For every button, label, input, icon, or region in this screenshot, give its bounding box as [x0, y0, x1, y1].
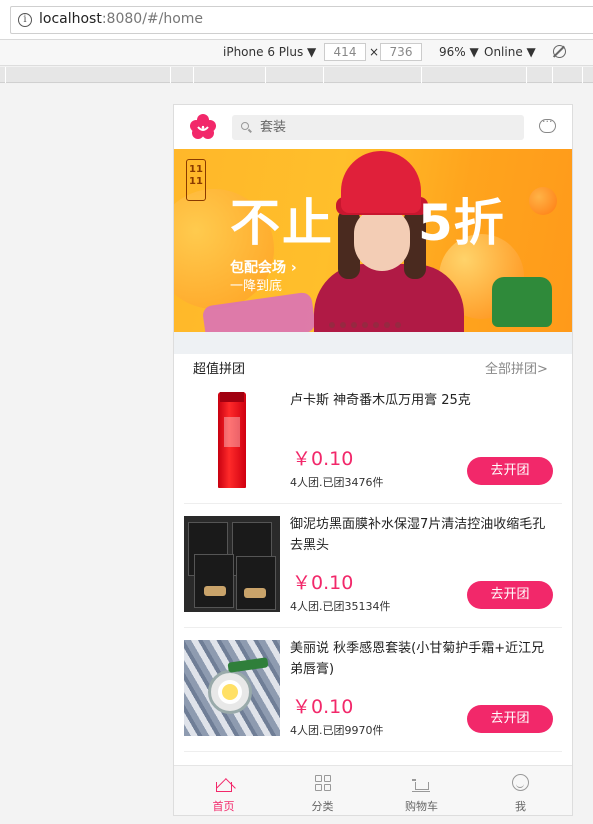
section-title: 超值拼团 — [193, 362, 246, 377]
carousel-dots[interactable] — [329, 313, 406, 332]
handbag-image — [492, 277, 552, 327]
tab-me[interactable]: 我 — [471, 766, 570, 815]
banner-subtitle-2: 一降到底 — [230, 279, 283, 294]
rotate-icon[interactable] — [553, 45, 566, 58]
model-image — [354, 209, 410, 271]
tab-cart[interactable]: 购物车 — [372, 766, 471, 815]
search-bar[interactable] — [232, 115, 524, 140]
tab-label: 我 — [515, 800, 526, 813]
carousel-dot[interactable] — [329, 322, 335, 328]
banner-headline-left: 不止 — [230, 194, 334, 252]
brand-logo-icon[interactable] — [190, 114, 216, 140]
carousel-dot[interactable] — [395, 322, 401, 328]
start-group-button[interactable]: 去开团 — [467, 705, 553, 733]
chevron-down-icon: ▼ — [469, 45, 479, 59]
product-name[interactable]: 美丽说 秋季感恩套装(小甘菊护手霜+近江兄弟唇膏) — [290, 638, 552, 680]
product-item[interactable]: 美丽说 秋季感恩套装(小甘菊护手霜+近江兄弟唇膏) ￥0.10 4人团.已团99… — [184, 628, 562, 752]
height-input[interactable]: 736 — [380, 43, 422, 61]
user-icon — [512, 774, 529, 791]
product-meta: 4人团.已团3476件 — [290, 476, 384, 489]
grid-icon — [313, 774, 333, 794]
network-select[interactable]: Online ▼ — [484, 45, 536, 59]
product-name[interactable]: 御泥坊黑面膜补水保湿7片清洁控油收缩毛孔去黑头 — [290, 514, 552, 556]
double-eleven-badge: 11 11 — [186, 159, 206, 201]
home-icon — [216, 782, 232, 792]
banner-subtitle: 包配会场 › — [230, 260, 297, 276]
banner-headline-right: 5折 — [418, 194, 505, 252]
tab-label: 购物车 — [405, 800, 438, 813]
model-image — [341, 151, 421, 213]
device-select[interactable]: iPhone 6 Plus ▼ — [223, 45, 316, 59]
product-image[interactable] — [184, 392, 280, 488]
product-meta: 4人团.已团35134件 — [290, 600, 391, 613]
url-path: :8080/#/home — [101, 11, 204, 27]
banner-decoration — [529, 187, 557, 215]
chevron-down-icon: ▼ — [307, 45, 317, 59]
tab-label: 分类 — [311, 800, 334, 813]
promo-banner[interactable]: 11 11 不止 5折 包配会场 › 一降到底 — [174, 149, 572, 332]
phone-viewport: 11 11 不止 5折 包配会场 › 一降到底 超值拼团 全部拼团> 卢卡斯 神… — [173, 104, 573, 816]
section-divider — [174, 332, 572, 354]
zoom-value: 96% — [439, 45, 466, 59]
zoom-select[interactable]: 96% ▼ — [439, 45, 479, 59]
carousel-dot[interactable] — [340, 322, 346, 328]
start-group-button[interactable]: 去开团 — [467, 581, 553, 609]
group-buy-header: 超值拼团 全部拼团> — [174, 354, 572, 380]
tab-category[interactable]: 分类 — [273, 766, 372, 815]
carousel-dot[interactable] — [373, 322, 379, 328]
app-header — [174, 105, 572, 149]
search-input[interactable] — [260, 115, 510, 140]
start-group-button[interactable]: 去开团 — [467, 457, 553, 485]
product-price: ￥0.10 — [292, 572, 354, 594]
info-icon[interactable]: i — [18, 13, 32, 27]
width-input[interactable]: 414 — [324, 43, 366, 61]
carousel-dot[interactable] — [362, 322, 368, 328]
chevron-down-icon: ▼ — [526, 45, 536, 59]
search-icon — [241, 122, 249, 130]
product-price: ￥0.10 — [292, 696, 354, 718]
product-item[interactable]: 卢卡斯 神奇番木瓜万用膏 25克 ￥0.10 4人团.已团3476件 去开团 — [184, 380, 562, 504]
carousel-dot[interactable] — [351, 322, 357, 328]
product-meta: 4人团.已团9970件 — [290, 724, 384, 737]
product-item[interactable]: 御泥坊黑面膜补水保湿7片清洁控油收缩毛孔去黑头 ￥0.10 4人团.已团3513… — [184, 504, 562, 628]
product-image[interactable] — [184, 516, 280, 612]
message-icon[interactable] — [539, 115, 556, 133]
url-text: localhost:8080/#/home — [39, 11, 203, 27]
product-image[interactable] — [184, 640, 280, 736]
device-toolbar: iPhone 6 Plus ▼ 414 × 736 96% ▼ Online ▼ — [0, 40, 593, 66]
product-name[interactable]: 卢卡斯 神奇番木瓜万用膏 25克 — [290, 390, 552, 411]
bottom-tab-bar: 首页 分类 购物车 我 — [174, 765, 572, 815]
product-price: ￥0.10 — [292, 448, 354, 470]
cart-icon — [412, 776, 430, 792]
url-host: localhost — [39, 11, 102, 27]
media-query-ruler[interactable] — [0, 67, 593, 83]
device-name: iPhone 6 Plus — [223, 45, 304, 59]
browser-address-bar: i localhost:8080/#/home — [0, 0, 593, 40]
tab-label: 首页 — [212, 800, 235, 813]
url-field[interactable]: i localhost:8080/#/home — [10, 6, 593, 34]
network-value: Online — [484, 45, 523, 59]
tab-home[interactable]: 首页 — [174, 766, 273, 815]
dimension-separator: × — [369, 45, 380, 59]
carousel-dot[interactable] — [384, 322, 390, 328]
view-all-link[interactable]: 全部拼团> — [485, 358, 548, 377]
